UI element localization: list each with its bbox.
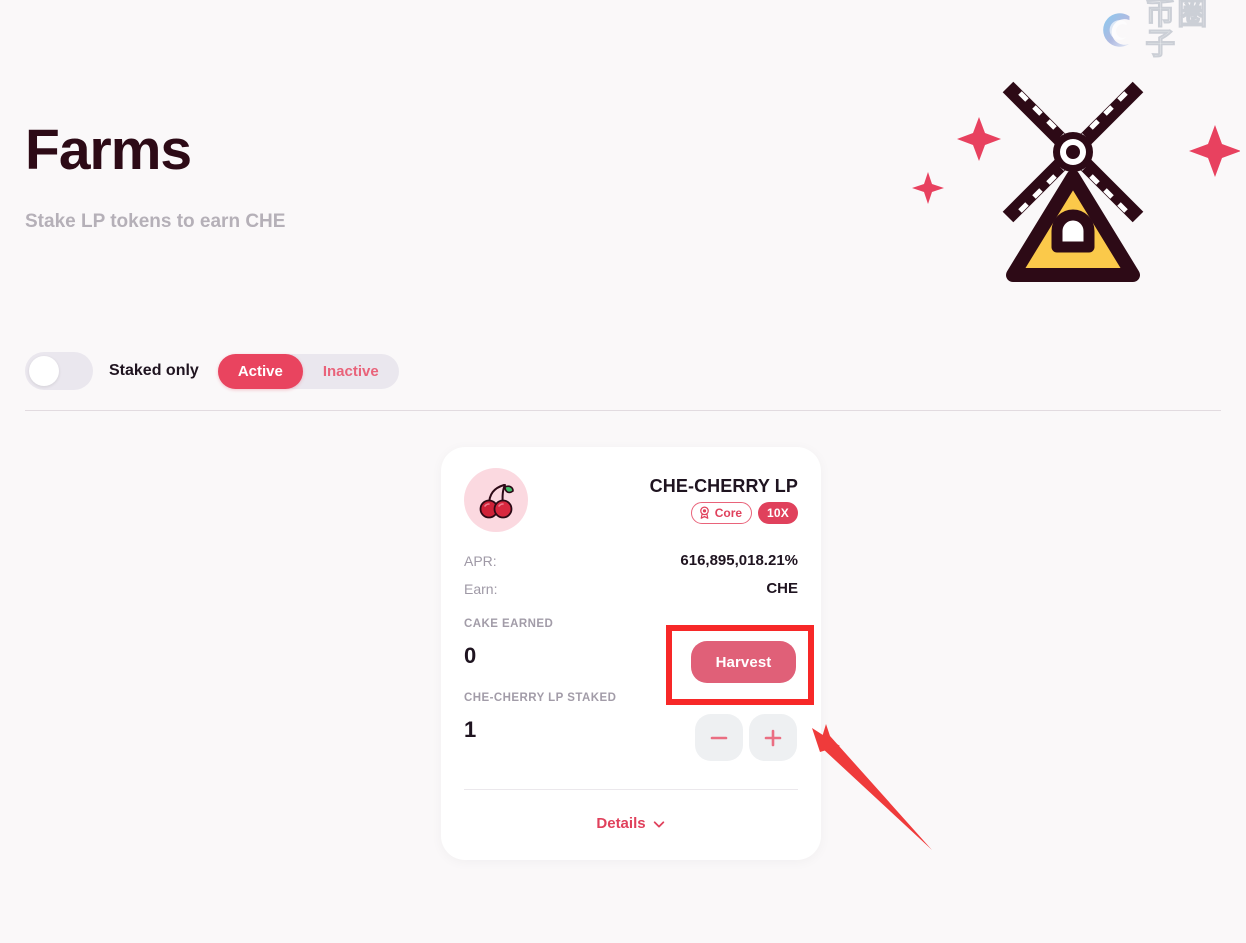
earned-value: 0	[464, 642, 477, 668]
section-divider	[25, 410, 1221, 411]
earned-block: CAKE EARNED 0	[464, 618, 554, 668]
card-divider	[464, 789, 798, 790]
staked-only-label: Staked only	[109, 362, 199, 379]
tab-inactive[interactable]: Inactive	[303, 354, 399, 389]
apr-label: APR:	[464, 552, 497, 569]
details-toggle[interactable]: Details	[441, 815, 821, 832]
windmill-illustration	[895, 55, 1241, 300]
farm-card-header-right: CHE-CHERRY LP Core 10X	[650, 477, 798, 524]
status-badge-multiplier: 10X	[758, 501, 798, 524]
sparkle-icon	[1189, 125, 1241, 177]
decrease-stake-button[interactable]	[695, 714, 743, 761]
medal-icon	[699, 506, 709, 519]
watermark: 币圈子	[1090, 0, 1240, 61]
status-badge-core: Core	[690, 501, 753, 524]
watermark-text: 币圈子	[1145, 0, 1210, 61]
earned-label: CAKE EARNED	[464, 618, 554, 630]
sparkle-icon	[912, 172, 944, 204]
status-switcher: Active Inactive	[217, 353, 399, 389]
annotation-arrow	[812, 724, 932, 850]
page-subtitle: Stake LP tokens to earn CHE	[25, 211, 286, 232]
badge-row: Core 10X	[690, 501, 798, 524]
farm-name: CHE-CHERRY LP	[649, 475, 798, 496]
stake-controls	[695, 714, 797, 761]
farm-card: CHE-CHERRY LP Core 10X APR: 616,895,018.…	[441, 447, 821, 860]
details-label: Details	[596, 815, 646, 832]
staked-label: CHE-CHERRY LP STAKED	[464, 692, 617, 704]
harvest-button[interactable]: Harvest	[691, 641, 796, 683]
chevron-down-icon	[653, 820, 664, 827]
sparkle-icon	[957, 117, 1001, 161]
earn-value: CHE	[766, 580, 798, 597]
apr-value: 616,895,018.21%	[680, 552, 798, 569]
staked-value: 1	[464, 716, 477, 742]
increase-stake-button[interactable]	[749, 714, 797, 761]
swirl-c-logo-icon	[1103, 13, 1130, 47]
toggle-knob	[29, 356, 59, 386]
apr-row: APR: 616,895,018.21%	[464, 552, 798, 569]
page-title: Farms	[25, 118, 192, 182]
minus-icon	[710, 736, 728, 739]
filter-row: Staked only Active Inactive	[25, 352, 399, 390]
cherry-icon	[464, 468, 528, 532]
plus-icon	[764, 729, 782, 746]
earn-row: Earn: CHE	[464, 580, 798, 597]
tab-active[interactable]: Active	[217, 353, 303, 389]
earn-label: Earn:	[464, 580, 498, 597]
staked-only-toggle[interactable]	[25, 352, 93, 390]
staked-block: CHE-CHERRY LP STAKED 1	[464, 692, 617, 742]
farm-card-header: CHE-CHERRY LP Core 10X	[464, 468, 798, 532]
badge-core-label: Core	[714, 505, 743, 520]
